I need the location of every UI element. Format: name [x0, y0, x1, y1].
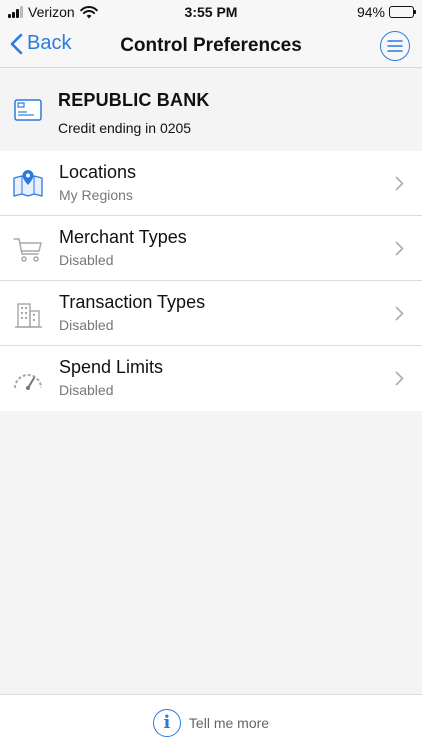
- navigation-bar: Back Control Preferences: [0, 24, 422, 68]
- hamburger-menu-icon: [387, 40, 403, 52]
- list-item-title: Locations: [59, 162, 137, 182]
- chevron-right-icon: [395, 371, 404, 386]
- card-subtitle: Credit ending in 0205: [58, 120, 192, 136]
- chevron-right-icon: [395, 306, 404, 321]
- status-right: 94%: [356, 4, 416, 20]
- menu-button[interactable]: [380, 31, 410, 61]
- list-item-subtitle: My Regions: [59, 187, 133, 203]
- page-title: Control Preferences: [120, 35, 302, 56]
- preferences-list: Locations My Regions Merchant Types Disa…: [0, 151, 422, 411]
- battery-percent: 94%: [356, 4, 385, 20]
- card-header: REPUBLIC BANK Credit ending in 0205: [0, 69, 422, 151]
- buildings-icon: [15, 303, 42, 328]
- battery-icon: [389, 6, 416, 18]
- tell-me-more-button[interactable]: i Tell me more: [0, 694, 422, 750]
- list-item-spend-limits[interactable]: Spend Limits Disabled: [0, 346, 422, 411]
- list-item-locations[interactable]: Locations My Regions: [0, 151, 422, 216]
- list-item-title: Merchant Types: [59, 227, 187, 247]
- list-item-title: Spend Limits: [59, 357, 164, 377]
- gauge-icon: [14, 374, 42, 390]
- map-pin-icon: [13, 170, 43, 197]
- list-item-subtitle: Disabled: [59, 382, 114, 398]
- list-item-title: Transaction Types: [59, 292, 206, 312]
- list-item-transaction-types[interactable]: Transaction Types Disabled: [0, 281, 422, 346]
- list-item-subtitle: Disabled: [59, 317, 114, 333]
- chevron-right-icon: [395, 176, 404, 191]
- shopping-cart-icon: [13, 238, 42, 262]
- list-item-subtitle: Disabled: [59, 252, 114, 268]
- credit-card-icon: [14, 99, 42, 121]
- tell-me-more-label: Tell me more: [188, 714, 270, 731]
- list-item-merchant-types[interactable]: Merchant Types Disabled: [0, 216, 422, 281]
- status-bar: Verizon 3:55 PM 94%: [0, 0, 422, 24]
- chevron-right-icon: [395, 241, 404, 256]
- bank-name: REPUBLIC BANK: [58, 90, 210, 110]
- info-icon: i: [152, 708, 181, 737]
